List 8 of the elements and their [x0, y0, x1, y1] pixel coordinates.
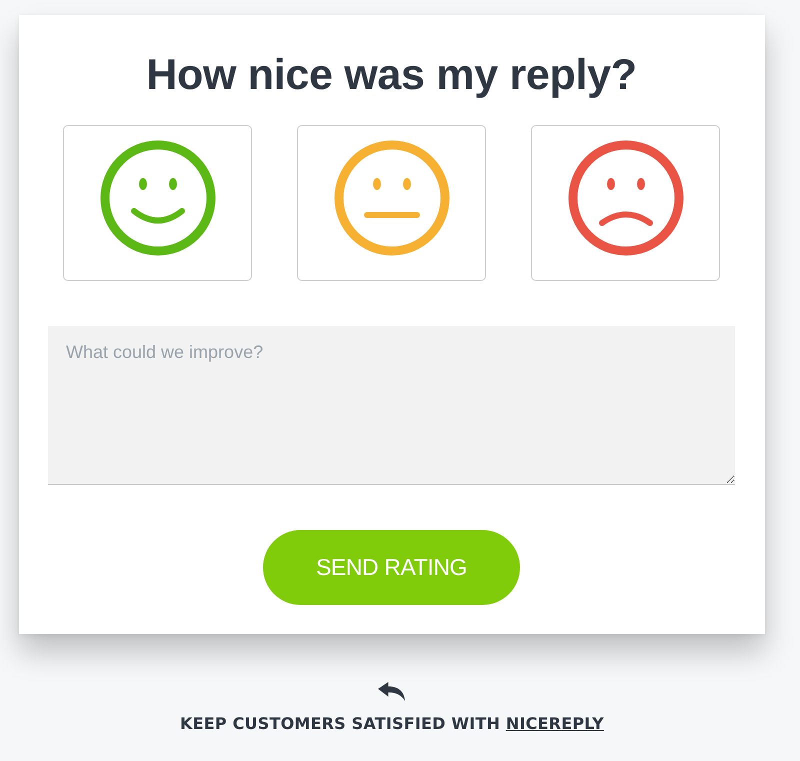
- rating-option[interactable]: [63, 125, 252, 281]
- rating-option[interactable]: [297, 125, 486, 281]
- survey-title: How nice was my reply?: [146, 51, 637, 99]
- nicereply-link[interactable]: NICEREPLY: [506, 714, 604, 733]
- comment-field[interactable]: What could we improve?: [48, 326, 735, 485]
- reply-arrow-icon: [378, 682, 406, 701]
- footer-tagline: KEEP CUSTOMERS SATISFIED WITH NICEREPLY: [180, 714, 604, 733]
- rating-option[interactable]: [531, 125, 720, 281]
